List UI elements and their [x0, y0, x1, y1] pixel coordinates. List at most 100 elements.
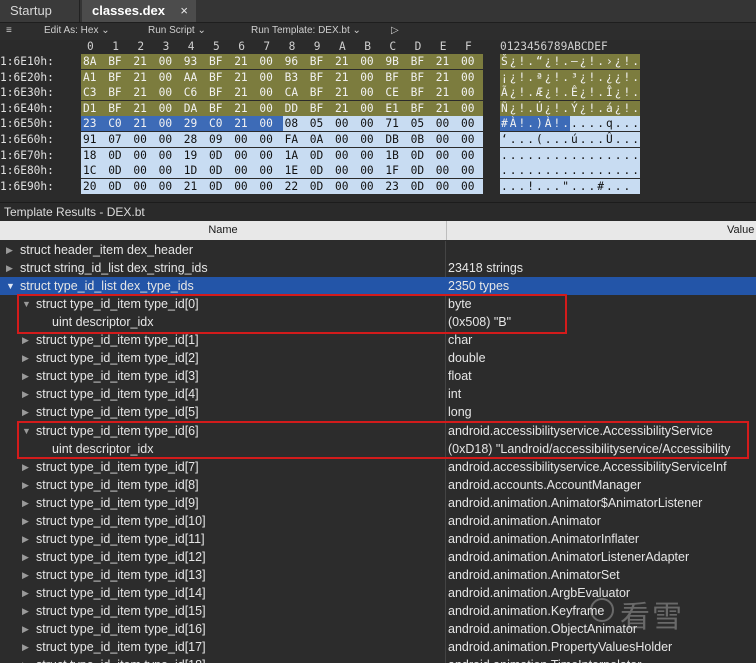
- expand-right-arrow-icon[interactable]: ▶: [22, 512, 32, 530]
- hex-byte[interactable]: 0D: [307, 178, 333, 194]
- hex-byte[interactable]: 21: [232, 54, 258, 69]
- hex-byte[interactable]: BF: [408, 69, 434, 85]
- hex-byte[interactable]: 18: [81, 147, 107, 163]
- tree-row[interactable]: ▶ struct type_id_item type_id[11] android.…: [0, 529, 756, 548]
- hex-byte[interactable]: 21: [232, 69, 258, 85]
- hex-byte[interactable]: C6: [181, 85, 207, 101]
- tree-row[interactable]: ▶ struct type_id_item type_id[3] float: [0, 367, 756, 386]
- hex-byte[interactable]: 00: [433, 116, 459, 132]
- hex-byte[interactable]: 09: [207, 132, 233, 147]
- hex-byte[interactable]: 05: [307, 116, 333, 132]
- hex-byte[interactable]: 00: [232, 147, 258, 163]
- hex-byte[interactable]: 00: [459, 69, 483, 85]
- hex-byte[interactable]: BF: [383, 69, 409, 85]
- tree-row[interactable]: ▶ struct type_id_item type_id[18] android.…: [0, 656, 756, 663]
- close-icon[interactable]: ×: [180, 0, 188, 21]
- expand-right-arrow-icon[interactable]: ▶: [6, 241, 16, 259]
- tree-row[interactable]: ▶ struct type_id_item type_id[5] long: [0, 403, 756, 422]
- hex-byte[interactable]: BF: [408, 54, 434, 69]
- hex-byte[interactable]: 00: [358, 69, 384, 85]
- hex-byte[interactable]: 00: [257, 100, 283, 116]
- hex-byte[interactable]: BF: [106, 85, 132, 101]
- hex-byte[interactable]: 00: [156, 132, 182, 147]
- hex-byte[interactable]: 00: [257, 54, 283, 69]
- tree-row[interactable]: ▶ struct header_item dex_header: [0, 241, 756, 259]
- hex-byte[interactable]: 9B: [383, 54, 409, 69]
- hex-byte[interactable]: 21: [433, 85, 459, 101]
- hex-byte[interactable]: 00: [131, 178, 157, 194]
- hex-byte[interactable]: 00: [156, 69, 182, 85]
- expand-right-arrow-icon[interactable]: ▶: [22, 566, 32, 584]
- hex-byte[interactable]: BF: [207, 54, 233, 69]
- hex-view[interactable]: 0 1 2 3 4 5 6 7 8 9 A B C D E F 0123456789ABCDEF 1:6E10h…: [0, 40, 756, 200]
- hex-byte[interactable]: 00: [333, 163, 359, 179]
- hex-byte[interactable]: 0B: [408, 132, 434, 147]
- hex-byte[interactable]: 00: [156, 163, 182, 179]
- expand-down-arrow-icon[interactable]: ▼: [6, 277, 16, 295]
- hex-byte[interactable]: 00: [358, 100, 384, 116]
- hex-byte[interactable]: 00: [156, 178, 182, 194]
- hex-byte[interactable]: 00: [257, 178, 283, 194]
- hex-byte[interactable]: 1D: [181, 163, 207, 179]
- play-icon[interactable]: ▷: [391, 25, 399, 36]
- hex-byte[interactable]: DA: [181, 100, 207, 116]
- hex-byte[interactable]: 07: [106, 132, 132, 147]
- hex-byte[interactable]: 21: [433, 54, 459, 69]
- hex-byte[interactable]: 0D: [307, 163, 333, 179]
- expand-right-arrow-icon[interactable]: ▶: [22, 403, 32, 421]
- hex-byte[interactable]: 19: [181, 147, 207, 163]
- hex-byte[interactable]: 00: [257, 85, 283, 101]
- expand-right-arrow-icon[interactable]: ▶: [22, 602, 32, 620]
- hex-byte[interactable]: 00: [257, 132, 283, 147]
- hex-byte[interactable]: 00: [333, 178, 359, 194]
- hex-byte[interactable]: 00: [433, 147, 459, 163]
- hex-byte[interactable]: 21: [433, 69, 459, 85]
- hex-byte[interactable]: BF: [307, 85, 333, 101]
- hex-byte[interactable]: BF: [207, 100, 233, 116]
- hex-byte[interactable]: 00: [459, 163, 483, 179]
- hex-byte[interactable]: 00: [131, 147, 157, 163]
- hex-byte[interactable]: 00: [459, 116, 483, 132]
- hex-byte[interactable]: 00: [358, 178, 384, 194]
- hex-byte[interactable]: 00: [131, 132, 157, 147]
- hex-byte[interactable]: 21: [131, 100, 157, 116]
- tree-row[interactable]: ▶ struct type_id_item type_id[7] android.a…: [0, 457, 756, 476]
- hex-byte[interactable]: 00: [459, 54, 483, 69]
- menu-icon[interactable]: ≡: [6, 25, 12, 36]
- hex-byte[interactable]: 1F: [383, 163, 409, 179]
- hex-byte[interactable]: 00: [156, 54, 182, 69]
- hex-byte[interactable]: E1: [383, 100, 409, 116]
- hex-byte[interactable]: 0D: [307, 147, 333, 163]
- hex-byte[interactable]: DD: [282, 100, 308, 116]
- hex-byte[interactable]: 00: [333, 132, 359, 147]
- hex-byte[interactable]: A1: [81, 69, 107, 85]
- expand-right-arrow-icon[interactable]: ▶: [22, 620, 32, 638]
- hex-byte[interactable]: 00: [459, 85, 483, 101]
- hex-byte[interactable]: B3: [282, 69, 308, 85]
- hex-byte[interactable]: 22: [282, 178, 308, 194]
- hex-byte[interactable]: 23: [81, 116, 107, 132]
- hex-byte[interactable]: 00: [333, 116, 359, 132]
- hex-byte[interactable]: BF: [106, 100, 132, 116]
- hex-byte[interactable]: 00: [156, 85, 182, 101]
- hex-byte[interactable]: 05: [408, 116, 434, 132]
- hex-byte[interactable]: 00: [257, 69, 283, 85]
- hex-byte[interactable]: 00: [333, 147, 359, 163]
- hex-byte[interactable]: 0D: [207, 178, 233, 194]
- expand-right-arrow-icon[interactable]: ▶: [22, 349, 32, 367]
- tree-row[interactable]: ▶ struct type_id_item type_id[2] double: [0, 349, 756, 368]
- tree-row[interactable]: ▶ struct type_id_item type_id[9] android.a…: [0, 493, 756, 512]
- expand-right-arrow-icon[interactable]: ▶: [22, 458, 32, 476]
- hex-byte[interactable]: 00: [257, 163, 283, 179]
- hex-byte[interactable]: FA: [282, 132, 308, 147]
- hex-byte[interactable]: BF: [307, 69, 333, 85]
- expand-right-arrow-icon[interactable]: ▶: [22, 548, 32, 566]
- tree-row[interactable]: ▶ struct type_id_item type_id[4] int: [0, 385, 756, 404]
- hex-byte[interactable]: 00: [156, 147, 182, 163]
- hex-byte[interactable]: 00: [459, 147, 483, 163]
- hex-byte[interactable]: 1A: [282, 147, 308, 163]
- hex-byte[interactable]: BF: [307, 54, 333, 69]
- hex-byte[interactable]: 21: [232, 85, 258, 101]
- expand-right-arrow-icon[interactable]: ▶: [22, 584, 32, 602]
- hex-byte[interactable]: 0D: [106, 178, 132, 194]
